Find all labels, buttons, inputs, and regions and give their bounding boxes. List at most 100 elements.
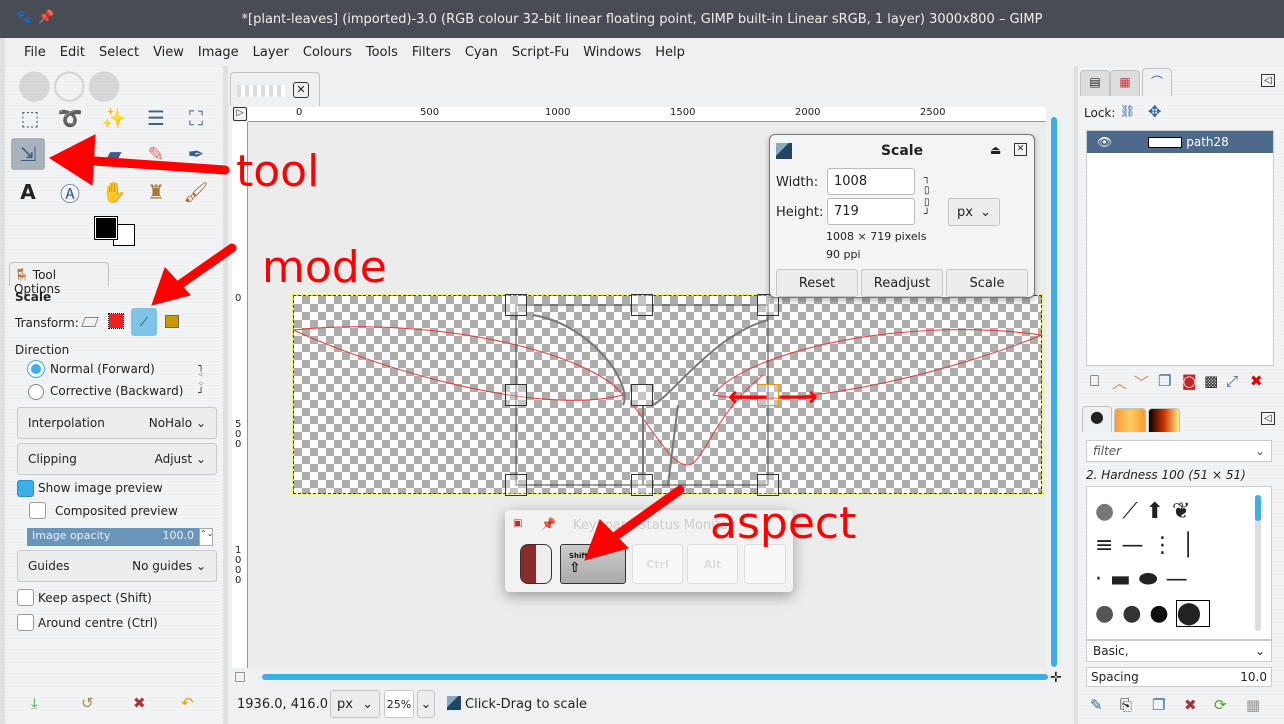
transform-selection-icon[interactable] — [108, 313, 124, 329]
tab-patterns[interactable] — [1114, 408, 1146, 432]
tab-tool-options[interactable]: 🪑 Tool Options — [9, 262, 109, 296]
transform-layer-icon[interactable] — [81, 317, 99, 327]
pencil-tool-icon[interactable]: ✎ — [139, 138, 173, 170]
delete-brush-icon[interactable]: ✖ — [1184, 696, 1197, 714]
menu-file[interactable]: File — [17, 45, 53, 60]
scale-handle-bottom-left[interactable] — [505, 474, 527, 496]
lower-path-icon[interactable]: ﹀ — [1134, 372, 1149, 393]
brush-soft-icon[interactable]: ● — [1095, 601, 1122, 626]
new-brush-icon[interactable]: ⎘ — [1120, 696, 1132, 714]
unit-dropdown[interactable]: px ⌄ — [948, 198, 1000, 226]
clipping-dropdown[interactable]: Clipping Adjust ⌄ — [17, 443, 217, 475]
brush-tag-input[interactable]: Basic, ⌄ — [1086, 640, 1272, 662]
transform-path-icon[interactable]: ⟋ — [131, 308, 157, 336]
menu-help[interactable]: Help — [648, 45, 692, 60]
delete-path-icon[interactable]: ✖ — [1250, 372, 1263, 390]
vertical-scrollbar[interactable] — [1047, 107, 1061, 667]
scale-tool-icon[interactable]: ⇲ — [11, 138, 45, 170]
restore-options-icon[interactable]: ↺ — [81, 694, 94, 712]
text-tool-icon[interactable]: A — [11, 176, 45, 208]
tab-channels[interactable]: ▦ — [1110, 70, 1140, 96]
scale-handle-bottom-right[interactable] — [757, 474, 779, 496]
lock-position-icon[interactable]: ✥ — [1148, 102, 1161, 121]
tab-brushes[interactable]: ⬤ — [1082, 406, 1112, 432]
scale-handle-center[interactable] — [631, 384, 653, 406]
brush-block-icon[interactable]: ▬ — [1110, 567, 1139, 592]
brush-thin-icon[interactable]: — — [1166, 567, 1196, 592]
brush-dotted-icon[interactable]: ⋮ — [1151, 533, 1181, 558]
reset-options-icon[interactable]: ↶ — [181, 694, 194, 712]
pin-icon[interactable]: 📌 — [541, 517, 556, 531]
warp-tool-icon[interactable]: ⋯ — [53, 138, 87, 170]
readjust-button[interactable]: Readjust — [861, 269, 943, 297]
menu-select[interactable]: Select — [92, 45, 146, 60]
menu-windows[interactable]: Windows — [576, 45, 648, 60]
menu-cyan[interactable]: Cyan — [458, 45, 505, 60]
delete-options-icon[interactable]: ✖ — [133, 694, 146, 712]
brush-dot-icon[interactable]: · — [1095, 567, 1110, 592]
brush-texture-icon[interactable]: ≡ — [1095, 533, 1121, 558]
edit-brush-icon[interactable]: ✎ — [1090, 696, 1103, 714]
navigate-icon[interactable]: ✛ — [1050, 670, 1062, 686]
menu-image[interactable]: Image — [191, 45, 246, 60]
measure-tool-icon[interactable]: Ⓐ — [53, 176, 87, 208]
brush-filter-input[interactable]: filter ⌄ — [1086, 440, 1272, 462]
open-brush-as-image-icon[interactable]: ▦ — [1246, 696, 1260, 714]
brush-line-icon[interactable]: ⟋ — [1122, 499, 1145, 524]
refresh-brushes-icon[interactable]: ⟳ — [1214, 696, 1227, 714]
brush-large-icon[interactable]: ● — [1149, 601, 1176, 626]
menu-view[interactable]: View — [146, 45, 191, 60]
brush-grid[interactable]: ●⟋⬆❦ ≡—⋮│ ·▬⬬— ●●●⬤ — [1086, 486, 1272, 640]
radio-corrective-backward[interactable] — [28, 384, 44, 400]
guides-dropdown[interactable]: Guides No guides ⌄ — [17, 550, 217, 582]
composited-preview-checkbox[interactable] — [29, 502, 46, 519]
chain-link-icon[interactable]: ┐ ▯ ▯ ┘ — [924, 173, 930, 221]
duplicate-path-icon[interactable]: ❐ — [1158, 372, 1171, 390]
stroke-path-icon[interactable]: ⤢ — [1226, 372, 1238, 390]
zoom-input[interactable]: 25% — [384, 690, 414, 718]
menu-edit[interactable]: Edit — [53, 45, 92, 60]
eject-icon[interactable]: ⏏ — [990, 143, 1001, 157]
image-menu-button[interactable]: ▷ — [233, 107, 247, 121]
width-input[interactable]: 1008 — [827, 168, 915, 195]
image-tab[interactable]: ✕ — [230, 72, 320, 106]
around-centre-checkbox[interactable] — [17, 614, 34, 631]
brush-leaves-icon[interactable]: ❦ — [1172, 499, 1198, 524]
close-icon[interactable]: ✕ — [1014, 143, 1027, 156]
scale-handle-left[interactable] — [505, 384, 527, 406]
brush-arrow-icon[interactable]: ⬆ — [1146, 499, 1172, 524]
scale-handle-top[interactable] — [631, 294, 653, 316]
keep-aspect-checkbox[interactable] — [17, 589, 34, 606]
brush-scrollbar[interactable] — [1255, 495, 1261, 631]
menu-colours[interactable]: Colours — [296, 45, 359, 60]
brush-fuzzy-icon[interactable]: ● — [1095, 499, 1122, 524]
scale-handle-top-left[interactable] — [505, 294, 527, 316]
scale-button[interactable]: Scale — [946, 269, 1028, 297]
menu-filters[interactable]: Filters — [405, 45, 458, 60]
paintbrush-tool-icon[interactable]: 🖌 — [179, 176, 213, 208]
close-icon[interactable]: ✕ — [293, 82, 309, 98]
spacing-slider[interactable]: Spacing 10.0 — [1086, 667, 1272, 687]
reset-button[interactable]: Reset — [776, 269, 858, 297]
brush-hardness-100-icon[interactable]: ⬤ — [1175, 600, 1211, 627]
brush-vline-icon[interactable]: │ — [1181, 533, 1202, 558]
menu-layer[interactable]: Layer — [246, 45, 296, 60]
foreground-color-swatch[interactable] — [94, 216, 118, 240]
visibility-eye-icon[interactable]: 👁 — [1097, 135, 1112, 149]
scale-handle-bottom[interactable] — [631, 474, 653, 496]
save-options-icon[interactable]: ⤓ — [31, 694, 38, 712]
lock-strokes-icon[interactable]: ⛓ — [1120, 104, 1135, 118]
path-row[interactable]: 👁 path28 — [1087, 131, 1273, 153]
rect-select-tool-icon[interactable]: ⬚ — [13, 102, 47, 134]
tab-paths[interactable]: ⌒ — [1142, 68, 1172, 96]
brush-ellipse-icon[interactable]: ⬬ — [1139, 567, 1166, 592]
vertical-ruler[interactable]: 0 500 1000 — [232, 122, 248, 668]
lasso-tool-icon[interactable]: ➰ — [53, 102, 87, 134]
new-path-icon[interactable]: ⎕ — [1090, 372, 1099, 390]
chain-icon[interactable]: ┐ ◦ ◦ ┘ — [198, 362, 204, 399]
show-image-preview-checkbox[interactable] — [17, 480, 34, 497]
clone-tool-icon[interactable]: ♜ — [139, 176, 173, 208]
unit-dropdown[interactable]: px ⌄ — [330, 690, 380, 718]
align-tool-icon[interactable]: ☰ — [139, 102, 173, 134]
quick-mask-toggle[interactable] — [235, 672, 245, 682]
